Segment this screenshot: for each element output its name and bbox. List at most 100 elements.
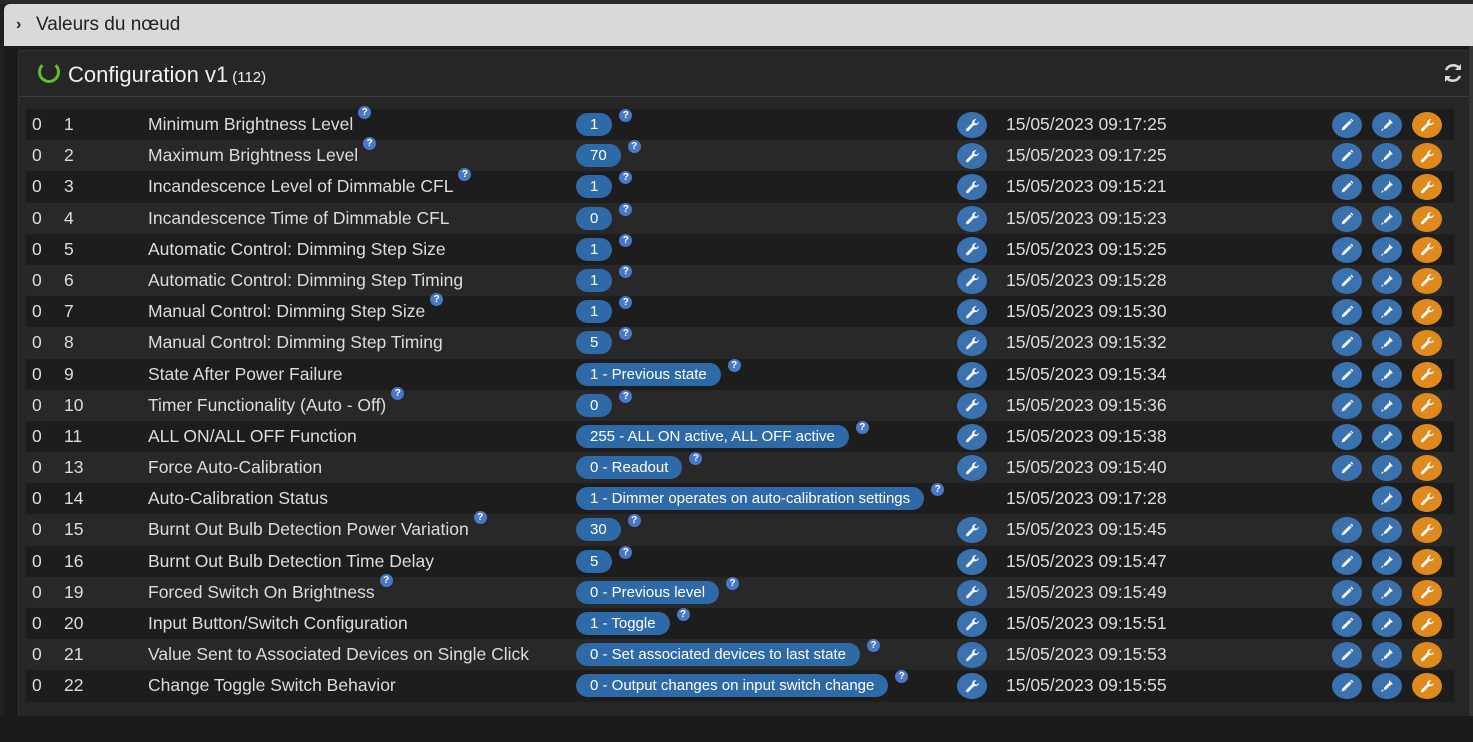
pick-value-button[interactable] <box>1372 174 1402 201</box>
pick-value-button[interactable] <box>1372 486 1402 513</box>
configure-parameter-button[interactable] <box>1412 299 1442 326</box>
apply-value-button[interactable] <box>957 455 987 482</box>
edit-parameter-button[interactable] <box>1332 205 1362 232</box>
edit-parameter-button[interactable] <box>1332 642 1362 669</box>
question-icon[interactable]: ? <box>358 106 372 119</box>
edit-parameter-button[interactable] <box>1332 330 1362 357</box>
configure-parameter-button[interactable] <box>1412 642 1442 669</box>
edit-parameter-button[interactable] <box>1332 548 1362 575</box>
question-icon[interactable]: ? <box>676 608 690 621</box>
edit-parameter-button[interactable] <box>1332 673 1362 700</box>
refresh-icon[interactable] <box>1441 61 1465 85</box>
pick-value-button[interactable] <box>1372 455 1402 482</box>
edit-parameter-button[interactable] <box>1332 267 1362 294</box>
pick-value-button[interactable] <box>1372 267 1402 294</box>
question-icon[interactable]: ? <box>379 573 393 587</box>
apply-value-button[interactable] <box>957 579 987 606</box>
configure-parameter-button[interactable] <box>1412 392 1442 419</box>
apply-value-button[interactable] <box>957 299 987 326</box>
question-icon[interactable]: ? <box>619 389 633 403</box>
apply-value-button[interactable] <box>957 611 987 637</box>
apply-value-button[interactable] <box>957 330 987 357</box>
question-icon[interactable]: ? <box>619 233 633 247</box>
edit-parameter-button[interactable] <box>1332 361 1362 388</box>
pick-value-button[interactable] <box>1372 517 1402 544</box>
apply-value-button[interactable] <box>957 361 987 388</box>
apply-value-button[interactable] <box>957 267 987 294</box>
question-icon[interactable]: ? <box>627 140 641 154</box>
pick-value-button[interactable] <box>1372 143 1402 170</box>
configure-parameter-button[interactable] <box>1412 112 1442 138</box>
question-icon[interactable]: ? <box>619 202 633 216</box>
apply-value-button[interactable] <box>957 236 987 263</box>
question-icon[interactable]: ? <box>619 296 633 310</box>
apply-value-button[interactable] <box>957 673 987 700</box>
question-icon[interactable]: ? <box>727 358 741 372</box>
question-icon[interactable]: ? <box>619 264 633 278</box>
question-icon[interactable]: ? <box>627 514 641 528</box>
question-icon[interactable]: ? <box>619 327 633 341</box>
scrollbar[interactable] <box>1469 46 1473 716</box>
apply-value-button[interactable] <box>957 143 987 170</box>
configure-parameter-button[interactable] <box>1412 205 1442 232</box>
edit-parameter-button[interactable] <box>1332 579 1362 606</box>
node-values-header[interactable]: › Valeurs du nœud <box>4 4 1473 46</box>
question-icon[interactable]: ? <box>619 171 633 185</box>
configure-parameter-button[interactable] <box>1412 517 1442 544</box>
pick-value-button[interactable] <box>1372 548 1402 575</box>
configure-parameter-button[interactable] <box>1412 486 1442 513</box>
apply-value-button[interactable] <box>957 392 987 419</box>
configure-parameter-button[interactable] <box>1412 174 1442 201</box>
apply-value-button[interactable] <box>957 517 987 544</box>
edit-parameter-button[interactable] <box>1332 112 1362 138</box>
configure-parameter-button[interactable] <box>1412 548 1442 575</box>
configure-parameter-button[interactable] <box>1412 611 1442 637</box>
question-icon[interactable]: ? <box>931 483 945 497</box>
edit-parameter-button[interactable] <box>1332 611 1362 637</box>
question-icon[interactable]: ? <box>866 639 880 653</box>
apply-value-button[interactable] <box>957 205 987 232</box>
question-icon[interactable]: ? <box>458 168 472 182</box>
pick-value-button[interactable] <box>1372 579 1402 606</box>
question-icon[interactable]: ? <box>689 452 703 466</box>
pick-value-button[interactable] <box>1372 236 1402 263</box>
question-icon[interactable]: ? <box>363 137 377 151</box>
configure-parameter-button[interactable] <box>1412 361 1442 388</box>
configure-parameter-button[interactable] <box>1412 455 1442 482</box>
configure-parameter-button[interactable] <box>1412 236 1442 263</box>
apply-value-button[interactable] <box>957 174 987 201</box>
pick-value-button[interactable] <box>1372 642 1402 669</box>
edit-parameter-button[interactable] <box>1332 299 1362 326</box>
pick-value-button[interactable] <box>1372 392 1402 419</box>
question-icon[interactable]: ? <box>726 576 740 590</box>
pick-value-button[interactable] <box>1372 330 1402 357</box>
question-icon[interactable]: ? <box>619 545 633 559</box>
configure-parameter-button[interactable] <box>1412 673 1442 700</box>
apply-value-button[interactable] <box>957 548 987 575</box>
pick-value-button[interactable] <box>1372 205 1402 232</box>
configure-parameter-button[interactable] <box>1412 143 1442 170</box>
configure-parameter-button[interactable] <box>1412 423 1442 450</box>
pick-value-button[interactable] <box>1372 611 1402 637</box>
question-icon[interactable]: ? <box>619 109 633 122</box>
configure-parameter-button[interactable] <box>1412 330 1442 357</box>
edit-parameter-button[interactable] <box>1332 517 1362 544</box>
pick-value-button[interactable] <box>1372 673 1402 700</box>
edit-parameter-button[interactable] <box>1332 392 1362 419</box>
edit-parameter-button[interactable] <box>1332 455 1362 482</box>
configure-parameter-button[interactable] <box>1412 579 1442 606</box>
edit-parameter-button[interactable] <box>1332 143 1362 170</box>
edit-parameter-button[interactable] <box>1332 236 1362 263</box>
pick-value-button[interactable] <box>1372 423 1402 450</box>
pick-value-button[interactable] <box>1372 299 1402 326</box>
edit-parameter-button[interactable] <box>1332 423 1362 450</box>
edit-parameter-button[interactable] <box>1332 174 1362 201</box>
configure-parameter-button[interactable] <box>1412 267 1442 294</box>
pick-value-button[interactable] <box>1372 112 1402 138</box>
question-icon[interactable]: ? <box>895 670 909 684</box>
apply-value-button[interactable] <box>957 423 987 450</box>
question-icon[interactable]: ? <box>473 511 487 525</box>
question-icon[interactable]: ? <box>855 420 869 434</box>
question-icon[interactable]: ? <box>391 386 405 400</box>
pick-value-button[interactable] <box>1372 361 1402 388</box>
